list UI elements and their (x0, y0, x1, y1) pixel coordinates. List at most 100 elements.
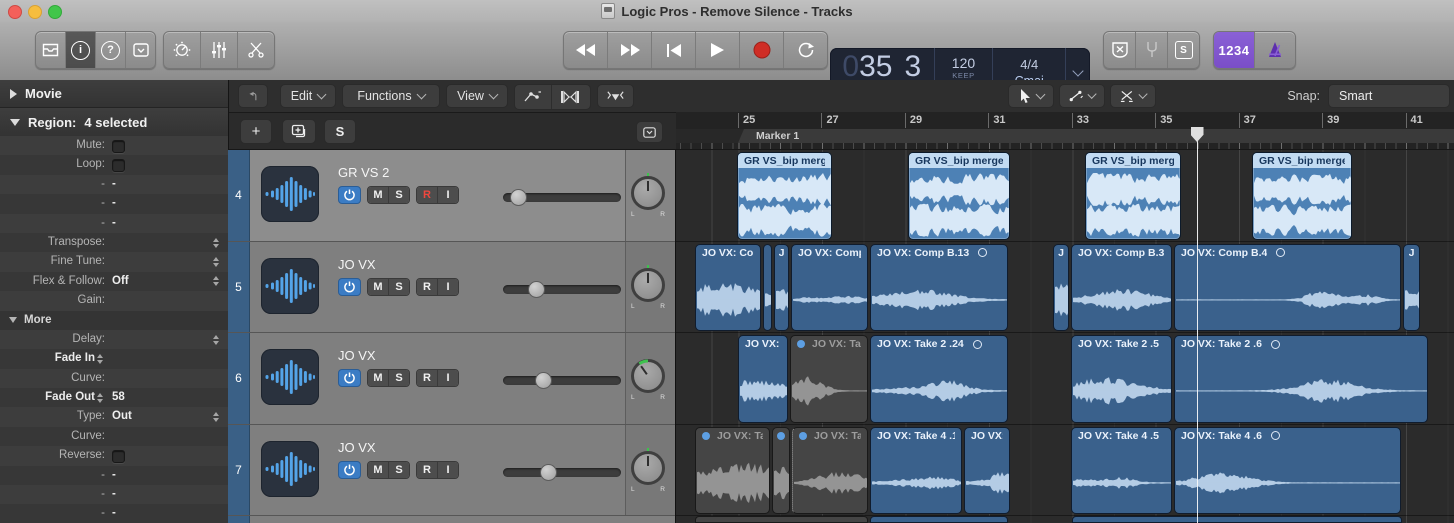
input-monitor-button[interactable]: I (438, 462, 458, 478)
duplicate-track-button[interactable] (282, 119, 316, 144)
mute-button[interactable]: M (368, 462, 389, 478)
input-monitor-button[interactable]: I (438, 370, 458, 386)
track-lane[interactable]: JO VX: CoJJO VX: CompJO VX: Comp B.13JJO… (676, 242, 1454, 334)
audio-region[interactable] (695, 516, 868, 523)
audio-region[interactable]: GR VS_bip merge (737, 152, 832, 240)
value-stepper[interactable] (213, 412, 219, 422)
value-stepper[interactable] (213, 276, 219, 286)
menu-functions[interactable]: Functions (342, 84, 440, 108)
forward-button[interactable] (608, 32, 652, 68)
track-on-button[interactable] (338, 461, 361, 479)
value-stepper[interactable] (97, 354, 103, 364)
audio-region[interactable]: JO VX: Comp (791, 244, 868, 332)
autopunch-button[interactable] (1104, 32, 1136, 68)
audio-region[interactable]: JO VX: Take 2 .24 (870, 335, 1008, 423)
solo-button[interactable]: S (389, 279, 409, 295)
metronome-button[interactable] (1255, 32, 1295, 68)
automation-button[interactable] (515, 85, 552, 109)
pan-knob[interactable] (631, 176, 665, 210)
audio-region[interactable] (1072, 516, 1402, 523)
track-header[interactable]: 5JO VXMSRILR (228, 242, 675, 334)
quick-help-button[interactable]: ? (96, 32, 126, 68)
snap-select[interactable]: Smart (1328, 84, 1450, 108)
menu-view[interactable]: View (446, 84, 508, 108)
audio-region[interactable]: GR VS_bip merge (908, 152, 1010, 240)
solo-button[interactable]: S (389, 462, 409, 478)
mute-button[interactable]: M (368, 187, 389, 203)
play-button[interactable] (696, 32, 740, 68)
checkbox[interactable] (112, 159, 125, 172)
pan-knob[interactable] (631, 359, 665, 393)
audio-region[interactable]: JO VX: Take 4 .6 (1174, 427, 1401, 515)
record-enable-button[interactable]: R (417, 462, 438, 478)
pan-knob[interactable] (631, 451, 665, 485)
media-browser-button[interactable] (36, 32, 66, 68)
audio-region[interactable] (763, 244, 772, 332)
master-solo-button[interactable]: S (1168, 32, 1199, 68)
track-header[interactable]: 7JO VXMSRILR (228, 425, 675, 517)
audio-region[interactable]: JO VX: Comp B.13 (870, 244, 1008, 332)
audio-region[interactable]: J (1053, 244, 1069, 332)
input-monitor-button[interactable]: I (438, 279, 458, 295)
track-on-button[interactable] (338, 278, 361, 296)
tuner-button[interactable] (1136, 32, 1168, 68)
track-solo-mode-button[interactable]: S (324, 119, 356, 144)
rewind-button[interactable] (564, 32, 608, 68)
checkbox[interactable] (112, 140, 125, 153)
audio-region[interactable]: JO VX: Take 2 .5 (1071, 335, 1172, 423)
track-lane[interactable]: GR VS_bip merge GR VS_bip merge GR VS_bip … (676, 150, 1454, 242)
track-lane[interactable]: JO VX: TaJO VX: TaJO VX: Take 4 .1JO VX:… (676, 425, 1454, 517)
audio-region[interactable]: GR VS_bip merge (1252, 152, 1352, 240)
volume-handle[interactable] (540, 464, 557, 481)
cycle-button[interactable] (784, 32, 827, 68)
mute-button[interactable]: M (368, 279, 389, 295)
volume-handle[interactable] (535, 372, 552, 389)
smart-controls-button[interactable] (164, 32, 201, 68)
input-monitor-button[interactable]: I (438, 187, 458, 203)
volume-slider[interactable] (503, 376, 621, 385)
audio-region[interactable]: JO VX: Ta (695, 427, 770, 515)
inspector-button[interactable]: i (66, 32, 96, 68)
track-on-button[interactable] (338, 186, 361, 204)
movie-section-header[interactable]: Movie (0, 80, 228, 108)
mixer-button[interactable] (201, 32, 238, 68)
volume-handle[interactable] (510, 189, 527, 206)
audio-region[interactable]: JO VX: Tak (790, 335, 868, 423)
value-stepper[interactable] (213, 238, 219, 248)
region-section-header[interactable]: Region: 4 selected (0, 108, 228, 137)
record-button[interactable] (740, 32, 784, 68)
audio-region[interactable]: JO VX: Ta (792, 427, 868, 515)
audio-region[interactable]: J (1403, 244, 1420, 332)
audio-region[interactable]: JO VX: Take 2 .6 (1174, 335, 1428, 423)
audio-region[interactable]: JO VX: Co (695, 244, 761, 332)
marker[interactable] (738, 129, 1454, 143)
go-to-beginning-button[interactable] (652, 32, 696, 68)
record-enable-button[interactable]: R (417, 370, 438, 386)
toolbar-toggle-button[interactable] (126, 32, 155, 68)
mute-button[interactable]: M (368, 370, 389, 386)
record-enable-button[interactable]: R (417, 187, 438, 203)
audio-region[interactable]: GR VS_bip merge (1085, 152, 1181, 240)
bar-ruler[interactable]: 252729313335373941 Marker 1 (676, 112, 1454, 150)
volume-slider[interactable] (503, 193, 621, 202)
track-header[interactable]: 4GR VS 2MSRILR (228, 150, 675, 242)
third-tool-menu[interactable] (1110, 84, 1156, 108)
value-stepper[interactable] (213, 257, 219, 267)
track-lane[interactable]: JO VX:JO VX: TakJO VX: Take 2 .24JO VX: … (676, 333, 1454, 425)
flex-button[interactable] (552, 85, 588, 109)
audio-region[interactable]: JO VX: (964, 427, 1010, 515)
left-click-tool-menu[interactable] (1008, 84, 1054, 108)
solo-button[interactable]: S (389, 370, 409, 386)
audio-region[interactable]: JO VX: Comp B.4 (1174, 244, 1401, 332)
pan-knob[interactable] (631, 268, 665, 302)
audio-region[interactable]: JO VX: Take 4 .5 (1071, 427, 1172, 515)
add-track-button[interactable]: + (240, 119, 272, 144)
value-stepper[interactable] (97, 393, 103, 403)
catch-playhead-button[interactable] (597, 84, 634, 108)
track-on-button[interactable] (338, 369, 361, 387)
hierarchy-back-button[interactable] (238, 84, 268, 108)
volume-handle[interactable] (528, 281, 545, 298)
arrangement-lanes[interactable]: GR VS_bip merge GR VS_bip merge GR VS_bip … (676, 150, 1454, 523)
audio-region[interactable] (870, 516, 1008, 523)
editors-button[interactable] (238, 32, 274, 68)
